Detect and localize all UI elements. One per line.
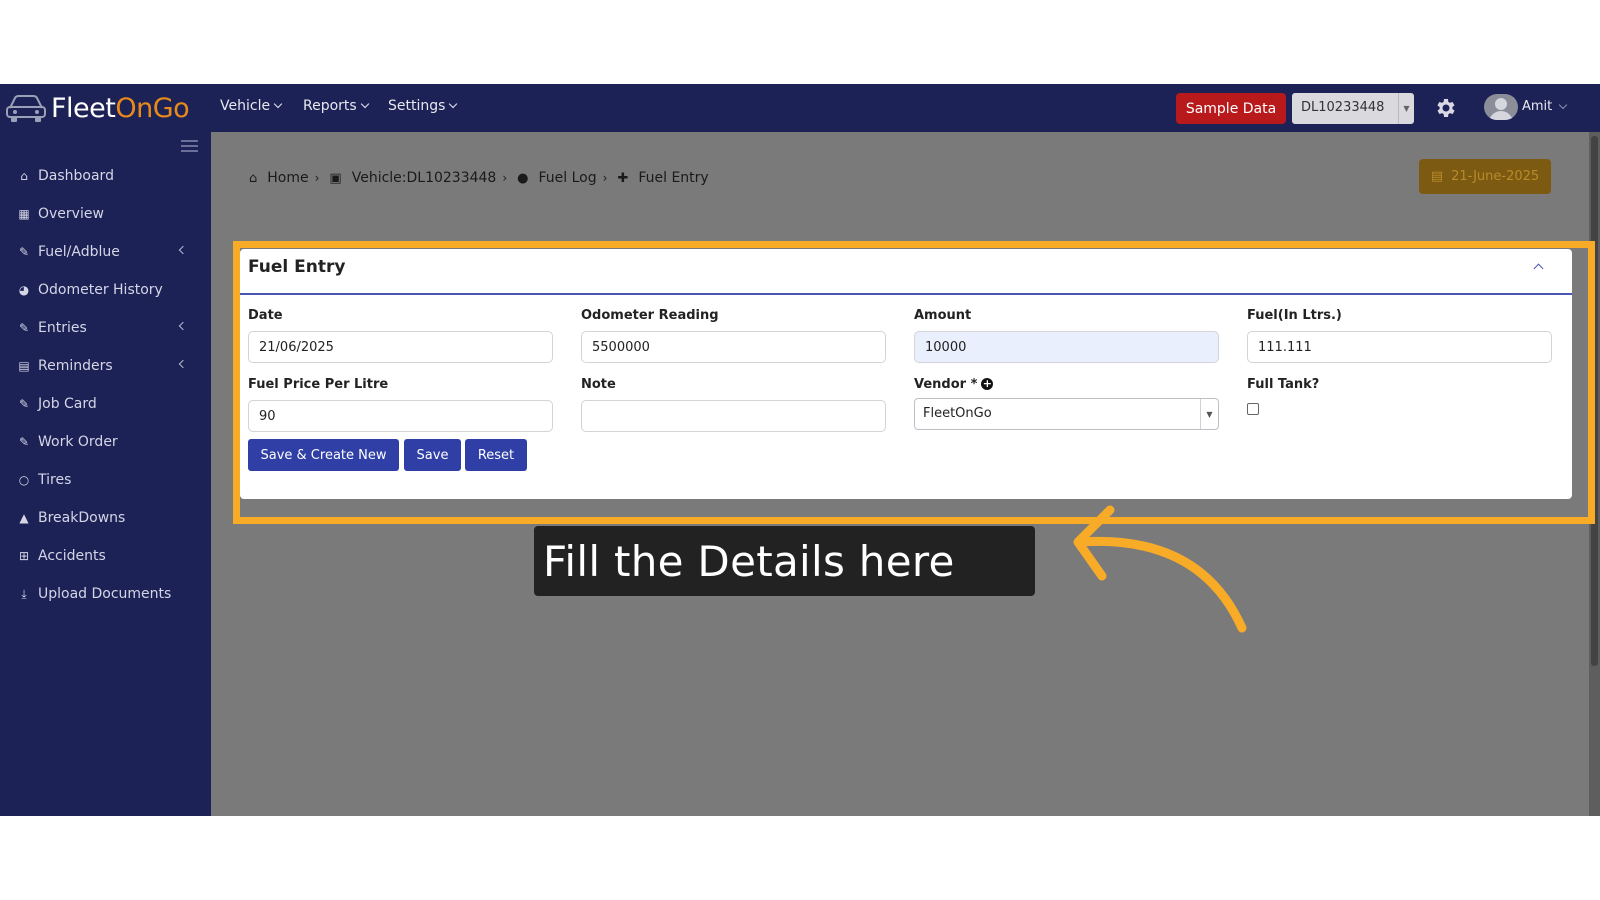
chevron-down-icon xyxy=(449,99,458,109)
fuel-entry-card: Fuel Entry Date Odometer Reading Amount … xyxy=(240,249,1572,499)
gear-icon[interactable] xyxy=(1433,96,1457,120)
vendor-label: Vendor * + xyxy=(914,377,994,392)
chevron-down-icon xyxy=(1559,100,1568,109)
date-badge[interactable]: ▤ 21-June-2025 xyxy=(1419,159,1551,194)
dropdown-arrow-icon: ▼ xyxy=(1200,399,1218,429)
scrollbar-thumb[interactable] xyxy=(1591,136,1598,666)
chevron-left-icon xyxy=(178,321,188,331)
odometer-field[interactable] xyxy=(581,331,886,363)
fuel-field[interactable] xyxy=(1247,331,1552,363)
nav-reports[interactable]: Reports xyxy=(303,98,369,114)
truck-icon: ▣ xyxy=(329,170,342,186)
full-tank-label: Full Tank? xyxy=(1247,377,1320,392)
avatar[interactable] xyxy=(1484,94,1518,120)
chevron-right-icon: › xyxy=(314,171,320,185)
plus-icon: ✚ xyxy=(617,170,629,186)
chevron-right-icon: › xyxy=(502,171,508,185)
breadcrumb-fuel-log[interactable]: Fuel Log xyxy=(539,170,597,186)
app-frame: FleetOnGo Vehicle Reports Settings Sampl… xyxy=(0,84,1600,816)
breadcrumb-fuel-entry: Fuel Entry xyxy=(638,170,709,186)
sidebar-item-tires[interactable]: ○ Tires xyxy=(16,468,196,492)
sidebar-item-dashboard[interactable]: ⌂ Dashboard xyxy=(16,164,196,188)
fuel-label: Fuel(In Ltrs.) xyxy=(1247,308,1342,323)
grid-icon: ▦ xyxy=(18,207,30,221)
chevron-down-icon xyxy=(360,99,369,109)
chevron-down-icon xyxy=(273,99,283,109)
nav-vehicle[interactable]: Vehicle xyxy=(220,98,283,114)
price-label: Fuel Price Per Litre xyxy=(248,377,389,392)
home-icon: ⌂ xyxy=(20,169,28,183)
odometer-label: Odometer Reading xyxy=(581,308,719,323)
sidebar-item-overview[interactable]: ▦ Overview xyxy=(16,202,196,226)
sample-data-button[interactable]: Sample Data xyxy=(1176,93,1286,124)
callout-label: Fill the Details here xyxy=(534,526,1035,596)
nav-settings[interactable]: Settings xyxy=(388,98,458,114)
curved-arrow-icon xyxy=(1073,505,1247,633)
sidebar-item-work-order[interactable]: ✎ Work Order xyxy=(16,430,196,454)
warning-icon: ▲ xyxy=(19,511,29,525)
note-label: Note xyxy=(581,377,616,392)
sidebar-item-reminders[interactable]: ▤ Reminders xyxy=(16,354,196,378)
chevron-left-icon xyxy=(178,359,188,369)
plus-square-icon: ⊞ xyxy=(18,549,30,563)
home-icon: ⌂ xyxy=(249,170,258,186)
breadcrumb: ⌂ Home › ▣ Vehicle:DL10233448 › ● Fuel Log… xyxy=(249,168,709,188)
edit-icon: ✎ xyxy=(18,321,30,335)
reset-button[interactable]: Reset xyxy=(465,439,527,471)
vendor-select[interactable]: FleetOnGo ▼ xyxy=(914,398,1219,430)
add-vendor-icon[interactable]: + xyxy=(981,377,994,390)
gauge-icon: ◕ xyxy=(18,283,30,297)
circle-icon: ○ xyxy=(18,473,30,487)
edit-icon: ✎ xyxy=(18,397,30,411)
drop-icon: ● xyxy=(517,170,529,186)
sidebar-item-upload-documents[interactable]: ⤓ Upload Documents xyxy=(16,582,196,606)
note-field[interactable] xyxy=(581,400,886,432)
sidebar: ⌂ Dashboard ▦ Overview ✎ Fuel/Adblue ◕ Odome… xyxy=(0,132,211,816)
amount-label: Amount xyxy=(914,308,972,323)
save-create-new-button[interactable]: Save & Create New xyxy=(248,439,399,471)
price-field[interactable] xyxy=(248,400,553,432)
fleetongo-logo[interactable]: FleetOnGo xyxy=(4,90,190,126)
card-divider xyxy=(240,293,1572,295)
card-title: Fuel Entry xyxy=(248,257,346,277)
date-label: Date xyxy=(248,308,283,323)
breadcrumb-vehicle[interactable]: Vehicle:DL10233448 xyxy=(352,170,497,186)
brand-name: FleetOnGo xyxy=(51,92,190,124)
amount-field[interactable] xyxy=(914,331,1219,363)
sidebar-item-odometer-history[interactable]: ◕ Odometer History xyxy=(16,278,196,302)
sidebar-item-breakdowns[interactable]: ▲ BreakDowns xyxy=(16,506,196,530)
dropdown-arrow-icon: ▼ xyxy=(1398,93,1414,124)
edit-icon: ✎ xyxy=(18,245,30,259)
chevron-right-icon: › xyxy=(602,171,608,185)
date-field[interactable] xyxy=(248,331,553,363)
sidebar-item-entries[interactable]: ✎ Entries xyxy=(16,316,196,340)
calendar-icon: ▤ xyxy=(18,359,30,373)
chevron-left-icon xyxy=(178,245,188,255)
save-button[interactable]: Save xyxy=(404,439,461,471)
sidebar-item-fuel-adblue[interactable]: ✎ Fuel/Adblue xyxy=(16,240,196,264)
full-tank-checkbox[interactable] xyxy=(1247,403,1259,415)
download-icon: ⤓ xyxy=(21,586,27,601)
top-bar: FleetOnGo Vehicle Reports Settings Sampl… xyxy=(0,84,1600,132)
chevron-up-icon[interactable] xyxy=(1533,263,1544,274)
vehicle-select[interactable]: DL10233448 ▼ xyxy=(1292,93,1414,124)
car-logo-icon xyxy=(6,95,46,122)
edit-icon: ✎ xyxy=(18,435,30,449)
calendar-icon: ▤ xyxy=(1430,169,1444,184)
hamburger-menu-icon[interactable] xyxy=(181,140,198,152)
breadcrumb-home[interactable]: Home xyxy=(267,170,308,186)
sidebar-item-accidents[interactable]: ⊞ Accidents xyxy=(16,544,196,568)
sidebar-item-job-card[interactable]: ✎ Job Card xyxy=(16,392,196,416)
user-menu[interactable]: Amit xyxy=(1522,99,1568,114)
